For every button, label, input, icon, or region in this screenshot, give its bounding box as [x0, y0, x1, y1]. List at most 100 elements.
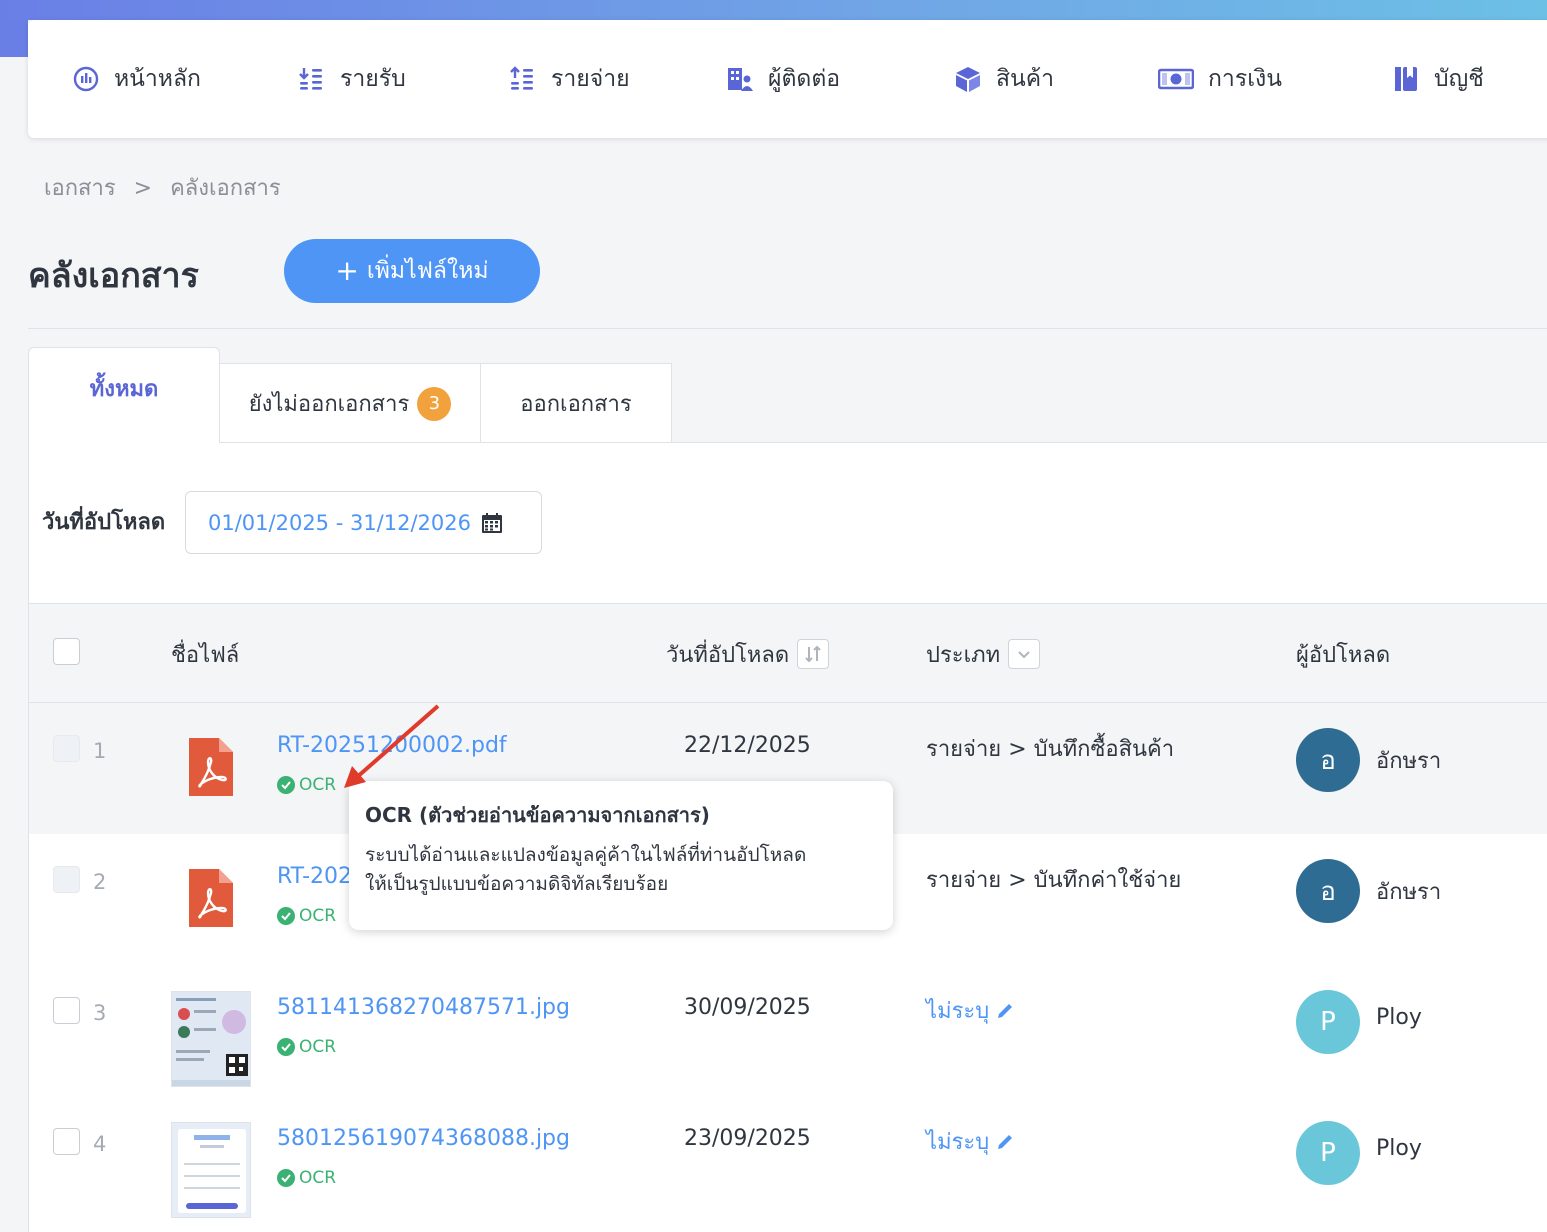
row-number: 4: [93, 1132, 107, 1156]
tab-all[interactable]: ทั้งหมด: [28, 347, 220, 443]
tab-label: ทั้งหมด: [89, 377, 159, 402]
tooltip-line: ให้เป็นรูปแบบข้อความดิจิทัลเรียบร้อย: [365, 873, 669, 896]
receipt-thumbnail-image: [172, 992, 250, 1086]
nav-item-income[interactable]: รายรับ: [298, 20, 406, 138]
upload-date-filter-label: วันที่อัปโหลด: [42, 510, 166, 535]
add-file-label: เพิ่มไฟล์ใหม่: [366, 258, 489, 284]
nav-item-home[interactable]: หน้าหลัก: [72, 20, 201, 138]
uploader-name: อักษรา: [1376, 749, 1442, 774]
annotation-arrow-icon: [344, 704, 440, 788]
uploader-name: Ploy: [1376, 1005, 1422, 1030]
ocr-tooltip: OCR (ตัวช่วยอ่านข้อความจากเอกสาร) ระบบได…: [349, 781, 893, 930]
upload-date: 30/09/2025: [684, 995, 811, 1020]
header-upload-date[interactable]: วันที่อัปโหลด: [666, 604, 830, 704]
plus-icon: +: [335, 254, 359, 287]
ocr-status[interactable]: OCR: [277, 1168, 336, 1188]
table-row[interactable]: 3 581141368270487571.jpg OCR 30/09/2025 …: [29, 965, 1547, 1096]
ocr-status[interactable]: OCR: [277, 906, 336, 926]
table-header: ชื่อไฟล์ วันที่อัปโหลด ประเภท ผู้อัปโหลด: [29, 603, 1547, 703]
document-type-unset[interactable]: ไม่ระบุ: [926, 993, 1015, 1028]
tooltip-line: ระบบได้อ่านและแปลงข้อมูลคู่ค้าในไฟล์ที่ท…: [365, 844, 807, 866]
header-label: ผู้อัปโหลด: [1296, 642, 1391, 668]
ledger-icon: [1395, 67, 1417, 91]
select-all-checkbox[interactable]: [53, 638, 80, 665]
row-checkbox[interactable]: [53, 866, 80, 893]
row-checkbox[interactable]: [53, 1128, 80, 1155]
pencil-icon[interactable]: [995, 1132, 1015, 1152]
money-icon: [1158, 68, 1194, 90]
nav-item-expense[interactable]: รายจ่าย: [509, 20, 630, 138]
nav-label: สินค้า: [996, 66, 1055, 92]
main-nav: หน้าหลัก รายรับ รายจ่าย ผู้ติดต่อ สินค้า…: [28, 20, 1547, 138]
tooltip-body: ระบบได้อ่านและแปลงข้อมูลคู่ค้าในไฟล์ที่ท…: [365, 841, 877, 900]
header-label: วันที่อัปโหลด: [666, 642, 790, 668]
chevron-down-icon: [1018, 651, 1030, 659]
nav-item-products[interactable]: สินค้า: [954, 20, 1054, 138]
file-thumbnail[interactable]: [171, 991, 251, 1087]
pdf-file-icon: [189, 738, 233, 796]
calendar-icon: [482, 512, 503, 533]
uploader-name: Ploy: [1376, 1136, 1422, 1161]
table-row[interactable]: 4 580125619074368088.jpg OCR 23/09/2025 …: [29, 1096, 1547, 1227]
ocr-status[interactable]: OCR: [277, 775, 336, 795]
row-number: 1: [93, 739, 107, 763]
ocr-status[interactable]: OCR: [277, 1037, 336, 1057]
row-number: 2: [93, 870, 107, 894]
nav-item-contacts[interactable]: ผู้ติดต่อ: [726, 20, 840, 138]
nav-label: รายจ่าย: [551, 66, 630, 92]
row-checkbox[interactable]: [53, 997, 80, 1024]
top-gradient-bar: [0, 0, 1547, 20]
tab-issued[interactable]: ออกเอกสาร: [480, 363, 672, 443]
type-label: ไม่ระบุ: [926, 1130, 990, 1155]
document-type-unset[interactable]: ไม่ระบุ: [926, 1124, 1015, 1159]
row-checkbox[interactable]: [53, 735, 80, 762]
ocr-label: OCR: [299, 906, 337, 926]
header-label: ประเภท: [926, 642, 1001, 668]
row-number: 3: [93, 1001, 107, 1025]
add-file-button[interactable]: + เพิ่มไฟล์ใหม่: [284, 239, 540, 303]
nav-item-finance[interactable]: การเงิน: [1158, 20, 1282, 138]
nav-item-accounts[interactable]: บัญชี: [1392, 20, 1484, 138]
sort-button[interactable]: [797, 639, 830, 669]
contacts-icon: [728, 68, 753, 91]
date-range-value: 01/01/2025 - 31/12/2026: [208, 510, 472, 535]
file-name-link[interactable]: 581141368270487571.jpg: [277, 995, 570, 1020]
page-title: คลังเอกสาร: [28, 256, 199, 296]
header-type[interactable]: ประเภท: [926, 604, 1041, 704]
document-type: รายจ่าย > บันทึกซื้อสินค้า: [926, 737, 1175, 762]
document-type: รายจ่าย > บันทึกค่าใช้จ่าย: [926, 868, 1182, 893]
income-icon: [299, 68, 322, 90]
ocr-label: OCR: [299, 1037, 337, 1057]
header-label: ชื่อไฟล์: [171, 642, 240, 668]
type-filter-dropdown[interactable]: [1008, 639, 1041, 669]
tab-label: ยังไม่ออกเอกสาร: [248, 392, 410, 417]
nav-label: การเงิน: [1208, 66, 1283, 92]
avatar: P: [1296, 990, 1360, 1054]
check-circle-icon: [277, 1169, 295, 1187]
check-circle-icon: [277, 1038, 295, 1056]
file-name-link[interactable]: 580125619074368088.jpg: [277, 1126, 570, 1151]
breadcrumb-root[interactable]: เอกสาร: [44, 176, 116, 201]
divider: [28, 328, 1547, 329]
file-name-link[interactable]: RT-202: [277, 864, 352, 889]
ocr-label: OCR: [299, 1168, 337, 1188]
breadcrumb: เอกสาร > คลังเอกสาร: [44, 170, 281, 205]
pencil-icon[interactable]: [995, 1001, 1015, 1021]
breadcrumb-separator: >: [133, 176, 153, 201]
upload-date: 22/12/2025: [684, 733, 811, 758]
file-thumbnail[interactable]: [171, 1122, 251, 1218]
uploader-name: อักษรา: [1376, 880, 1442, 905]
nav-label: ผู้ติดต่อ: [768, 66, 841, 92]
box-icon: [956, 67, 980, 92]
date-range-picker[interactable]: 01/01/2025 - 31/12/2026: [185, 491, 542, 554]
nav-label: หน้าหลัก: [114, 66, 201, 92]
tab-not-issued[interactable]: ยังไม่ออกเอกสาร 3: [219, 363, 481, 443]
nav-label: บัญชี: [1434, 66, 1484, 92]
pdf-file-icon: [189, 869, 233, 927]
header-uploader: ผู้อัปโหลด: [1296, 604, 1390, 704]
nav-label: รายรับ: [340, 66, 406, 92]
avatar: อ: [1296, 859, 1360, 923]
upload-date: 23/09/2025: [684, 1126, 811, 1151]
expense-icon: [510, 66, 533, 90]
breadcrumb-current: คลังเอกสาร: [170, 176, 281, 201]
